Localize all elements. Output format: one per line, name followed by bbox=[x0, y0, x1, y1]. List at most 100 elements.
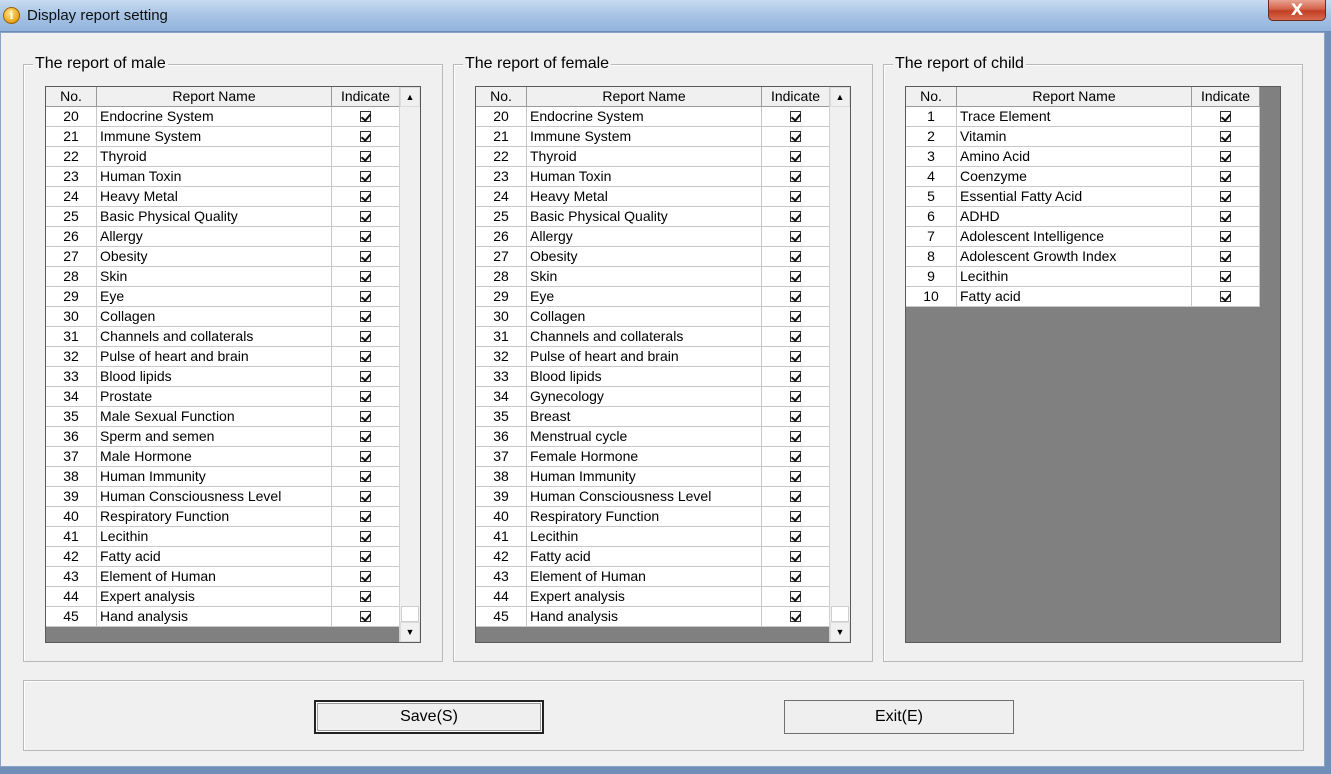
indicate-checkbox[interactable] bbox=[790, 191, 801, 202]
table-row[interactable]: 42 Fatty acid bbox=[476, 547, 830, 567]
female-report-grid[interactable]: No. Report Name Indicate 20 Endocrine System… bbox=[475, 86, 851, 643]
table-row[interactable]: 22 Thyroid bbox=[46, 147, 400, 167]
indicate-checkbox[interactable] bbox=[360, 591, 371, 602]
indicate-checkbox[interactable] bbox=[790, 211, 801, 222]
indicate-checkbox[interactable] bbox=[360, 571, 371, 582]
indicate-checkbox[interactable] bbox=[360, 531, 371, 542]
indicate-checkbox[interactable] bbox=[360, 491, 371, 502]
indicate-checkbox[interactable] bbox=[790, 391, 801, 402]
indicate-checkbox[interactable] bbox=[1220, 251, 1231, 262]
table-row[interactable]: 38 Human Immunity bbox=[476, 467, 830, 487]
indicate-checkbox[interactable] bbox=[790, 471, 801, 482]
indicate-checkbox[interactable] bbox=[1220, 111, 1231, 122]
table-row[interactable]: 24 Heavy Metal bbox=[46, 187, 400, 207]
table-row[interactable]: 35 Breast bbox=[476, 407, 830, 427]
table-row[interactable]: 35 Male Sexual Function bbox=[46, 407, 400, 427]
column-header-no[interactable]: No. bbox=[476, 87, 527, 107]
female-report-scrollbar[interactable]: ▲ ▼ bbox=[829, 87, 850, 642]
column-header-no[interactable]: No. bbox=[906, 87, 957, 107]
child-report-grid[interactable]: No. Report Name Indicate 1 Trace Element 2 Vit… bbox=[905, 86, 1281, 643]
table-row[interactable]: 21 Immune System bbox=[46, 127, 400, 147]
indicate-checkbox[interactable] bbox=[790, 511, 801, 522]
scroll-down-button[interactable]: ▼ bbox=[830, 622, 850, 642]
table-row[interactable]: 39 Human Consciousness Level bbox=[46, 487, 400, 507]
column-header-report-name[interactable]: Report Name bbox=[527, 87, 762, 107]
indicate-checkbox[interactable] bbox=[360, 211, 371, 222]
table-row[interactable]: 43 Element of Human bbox=[476, 567, 830, 587]
table-row[interactable]: 21 Immune System bbox=[476, 127, 830, 147]
table-row[interactable]: 28 Skin bbox=[476, 267, 830, 287]
indicate-checkbox[interactable] bbox=[360, 371, 371, 382]
table-row[interactable]: 29 Eye bbox=[46, 287, 400, 307]
table-row[interactable]: 4 Coenzyme bbox=[906, 167, 1260, 187]
indicate-checkbox[interactable] bbox=[1220, 191, 1231, 202]
scroll-thumb[interactable] bbox=[831, 606, 849, 622]
indicate-checkbox[interactable] bbox=[360, 411, 371, 422]
save-button[interactable]: Save(S) bbox=[314, 700, 544, 734]
table-row[interactable]: 34 Prostate bbox=[46, 387, 400, 407]
indicate-checkbox[interactable] bbox=[360, 131, 371, 142]
table-row[interactable]: 36 Menstrual cycle bbox=[476, 427, 830, 447]
indicate-checkbox[interactable] bbox=[790, 591, 801, 602]
column-header-report-name[interactable]: Report Name bbox=[97, 87, 332, 107]
indicate-checkbox[interactable] bbox=[1220, 131, 1231, 142]
table-row[interactable]: 25 Basic Physical Quality bbox=[476, 207, 830, 227]
indicate-checkbox[interactable] bbox=[790, 171, 801, 182]
column-header-indicate[interactable]: Indicate bbox=[762, 87, 830, 107]
indicate-checkbox[interactable] bbox=[1220, 271, 1231, 282]
table-row[interactable]: 32 Pulse of heart and brain bbox=[46, 347, 400, 367]
table-row[interactable]: 33 Blood lipids bbox=[46, 367, 400, 387]
indicate-checkbox[interactable] bbox=[790, 351, 801, 362]
table-row[interactable]: 37 Male Hormone bbox=[46, 447, 400, 467]
table-row[interactable]: 33 Blood lipids bbox=[476, 367, 830, 387]
table-row[interactable]: 42 Fatty acid bbox=[46, 547, 400, 567]
indicate-checkbox[interactable] bbox=[1220, 231, 1231, 242]
indicate-checkbox[interactable] bbox=[360, 451, 371, 462]
table-row[interactable]: 23 Human Toxin bbox=[476, 167, 830, 187]
scroll-up-button[interactable]: ▲ bbox=[400, 87, 420, 107]
indicate-checkbox[interactable] bbox=[360, 171, 371, 182]
table-row[interactable]: 27 Obesity bbox=[46, 247, 400, 267]
column-header-no[interactable]: No. bbox=[46, 87, 97, 107]
table-row[interactable]: 31 Channels and collaterals bbox=[476, 327, 830, 347]
close-button[interactable]: X bbox=[1268, 0, 1326, 21]
indicate-checkbox[interactable] bbox=[360, 391, 371, 402]
indicate-checkbox[interactable] bbox=[360, 431, 371, 442]
indicate-checkbox[interactable] bbox=[790, 611, 801, 622]
indicate-checkbox[interactable] bbox=[790, 411, 801, 422]
table-row[interactable]: 30 Collagen bbox=[46, 307, 400, 327]
table-row[interactable]: 26 Allergy bbox=[46, 227, 400, 247]
table-row[interactable]: 9 Lecithin bbox=[906, 267, 1260, 287]
indicate-checkbox[interactable] bbox=[790, 491, 801, 502]
exit-button[interactable]: Exit(E) bbox=[784, 700, 1014, 734]
column-header-indicate[interactable]: Indicate bbox=[332, 87, 400, 107]
indicate-checkbox[interactable] bbox=[360, 331, 371, 342]
indicate-checkbox[interactable] bbox=[360, 611, 371, 622]
table-row[interactable]: 37 Female Hormone bbox=[476, 447, 830, 467]
indicate-checkbox[interactable] bbox=[790, 551, 801, 562]
table-row[interactable]: 32 Pulse of heart and brain bbox=[476, 347, 830, 367]
table-row[interactable]: 38 Human Immunity bbox=[46, 467, 400, 487]
table-row[interactable]: 45 Hand analysis bbox=[476, 607, 830, 627]
indicate-checkbox[interactable] bbox=[360, 291, 371, 302]
indicate-checkbox[interactable] bbox=[790, 231, 801, 242]
table-row[interactable]: 27 Obesity bbox=[476, 247, 830, 267]
indicate-checkbox[interactable] bbox=[790, 291, 801, 302]
table-row[interactable]: 6 ADHD bbox=[906, 207, 1260, 227]
indicate-checkbox[interactable] bbox=[790, 331, 801, 342]
indicate-checkbox[interactable] bbox=[360, 471, 371, 482]
indicate-checkbox[interactable] bbox=[360, 551, 371, 562]
table-row[interactable]: 3 Amino Acid bbox=[906, 147, 1260, 167]
scroll-thumb[interactable] bbox=[401, 606, 419, 622]
table-row[interactable]: 29 Eye bbox=[476, 287, 830, 307]
table-row[interactable]: 22 Thyroid bbox=[476, 147, 830, 167]
table-row[interactable]: 41 Lecithin bbox=[46, 527, 400, 547]
indicate-checkbox[interactable] bbox=[360, 251, 371, 262]
table-row[interactable]: 44 Expert analysis bbox=[476, 587, 830, 607]
indicate-checkbox[interactable] bbox=[360, 111, 371, 122]
table-row[interactable]: 36 Sperm and semen bbox=[46, 427, 400, 447]
table-row[interactable]: 7 Adolescent Intelligence bbox=[906, 227, 1260, 247]
indicate-checkbox[interactable] bbox=[790, 311, 801, 322]
table-row[interactable]: 25 Basic Physical Quality bbox=[46, 207, 400, 227]
table-row[interactable]: 5 Essential Fatty Acid bbox=[906, 187, 1260, 207]
